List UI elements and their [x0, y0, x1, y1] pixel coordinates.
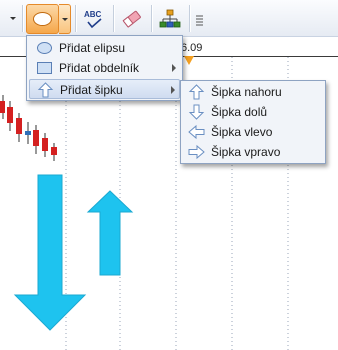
arrow-right-icon — [188, 144, 205, 160]
text-tool-button[interactable]: ABC — [80, 4, 108, 34]
arrow-up-icon — [37, 82, 54, 98]
chevron-down-icon — [10, 17, 16, 20]
shape-menu: Přidat elipsu Přidat obdelník Přidat šip… — [26, 35, 183, 101]
eraser-button[interactable] — [118, 4, 146, 34]
menu-item-arrow-left[interactable]: Šipka vlevo — [183, 122, 323, 142]
menu-item-label: Šipka dolů — [211, 105, 268, 119]
menu-item-label: Přidat šipku — [60, 83, 123, 97]
spellcheck-icon: ABC — [84, 10, 102, 29]
menu-item-add-rectangle[interactable]: Přidat obdelník — [29, 58, 180, 78]
spellcheck-label: ABC — [84, 10, 102, 19]
menu-item-arrow-up[interactable]: Šipka nahoru — [183, 82, 323, 102]
chevron-right-icon — [172, 64, 176, 72]
menu-item-arrow-down[interactable]: Šipka dolů — [183, 102, 323, 122]
toolbar-separator — [22, 5, 24, 32]
toolbar-separator — [113, 5, 115, 32]
menu-item-label: Přidat obdelník — [59, 61, 140, 75]
menu-item-label: Šipka vpravo — [211, 145, 281, 159]
rectangle-icon — [37, 62, 52, 74]
candlestick-series — [0, 95, 57, 161]
hierarchy-icon — [159, 9, 181, 28]
ellipse-icon — [37, 42, 52, 54]
chevron-right-icon — [171, 86, 175, 94]
overflow-button[interactable] — [193, 4, 207, 34]
chart-window: ABC 6.09 Přidat elipsu Přidat obdelník P… — [0, 0, 338, 350]
menu-item-add-arrow[interactable]: Přidat šipku — [29, 79, 180, 99]
drawing-toolbar: ABC — [0, 0, 338, 37]
toolbar-separator — [151, 5, 153, 32]
arrow-submenu: Šipka nahoru Šipka dolů Šipka vlevo Šipk… — [180, 80, 326, 164]
arrow-down-shape[interactable] — [13, 174, 87, 331]
arrow-up-shape[interactable] — [86, 190, 134, 276]
arrow-down-icon — [188, 104, 205, 120]
arrow-up-icon — [188, 84, 205, 100]
menu-item-label: Šipka vlevo — [211, 125, 273, 139]
toolbar-separator — [189, 5, 191, 32]
menu-item-label: Šipka nahoru — [211, 85, 282, 99]
menu-item-label: Přidat elipsu — [59, 41, 126, 55]
menu-lines-icon — [196, 15, 203, 26]
menu-item-add-ellipse[interactable]: Přidat elipsu — [29, 38, 180, 58]
chevron-down-icon — [62, 18, 68, 21]
eraser-icon — [122, 10, 141, 28]
menu-item-arrow-right[interactable]: Šipka vpravo — [183, 142, 323, 162]
toolbar-separator — [75, 5, 77, 32]
partial-left-button[interactable] — [0, 4, 18, 34]
date-label: 6.09 — [181, 42, 203, 54]
ellipse-icon — [33, 12, 52, 26]
ellipse-tool-dropdown[interactable] — [59, 4, 71, 34]
hierarchy-button[interactable] — [156, 4, 184, 34]
arrow-left-icon — [188, 124, 205, 140]
ellipse-tool-button[interactable] — [26, 4, 59, 34]
